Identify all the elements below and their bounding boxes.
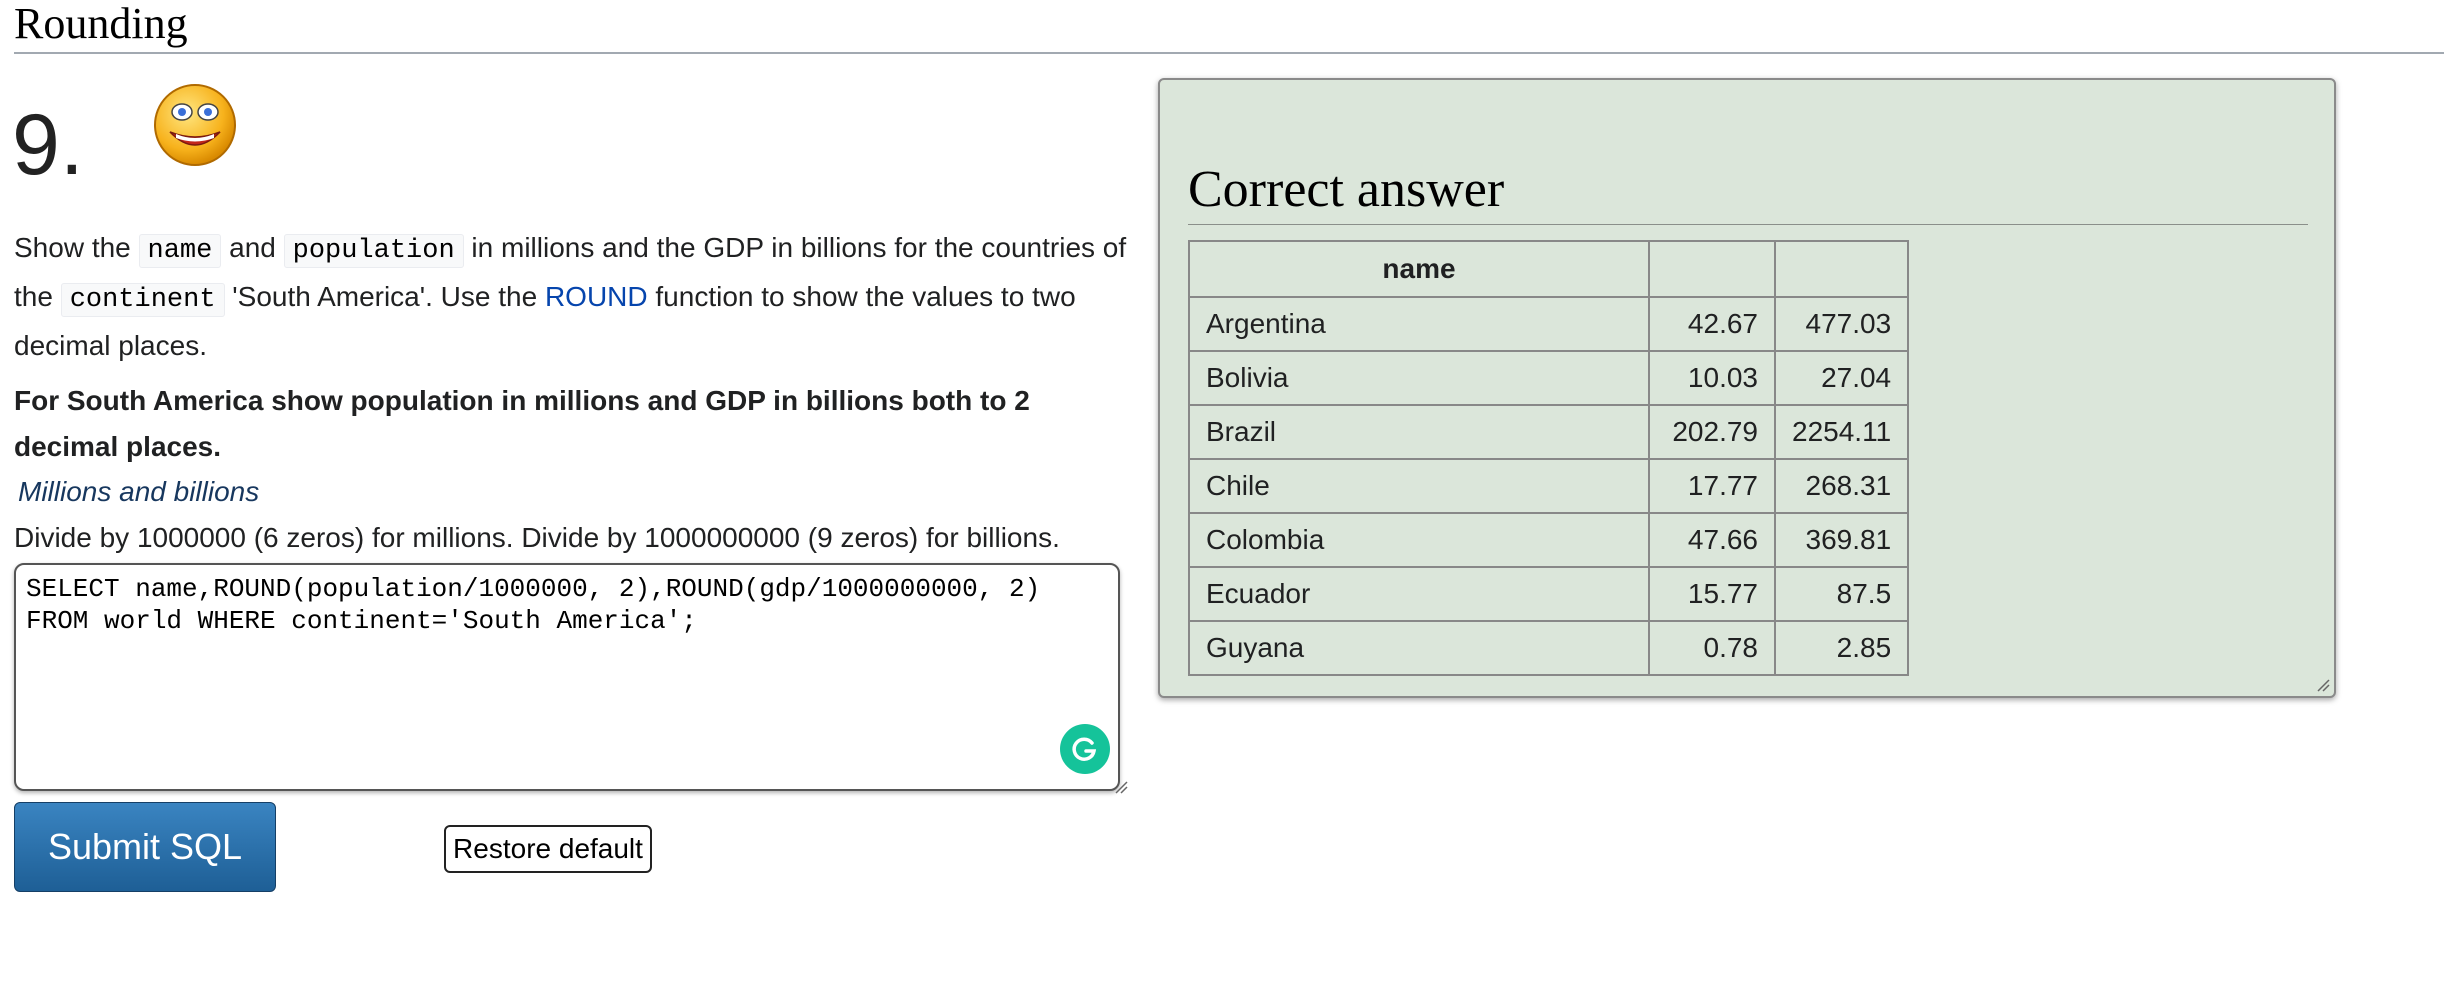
question-text-part: and (221, 232, 284, 263)
cell-name: Bolivia (1188, 350, 1650, 406)
cell-name: Guyana (1188, 620, 1650, 676)
table-row: Argentina 42.67 477.03 (1188, 296, 1910, 352)
resize-handle-icon[interactable] (2316, 678, 2330, 692)
cell-gdp: 477.03 (1773, 296, 1910, 352)
table-row: Guyana 0.78 2.85 (1188, 620, 1910, 676)
question-text-part: 'South America'. Use the (224, 281, 545, 312)
answer-table: name Argentina 42.67 477.03 Bolivia 10.03 27… (1188, 240, 1910, 676)
header-cell (1773, 240, 1910, 298)
cell-population: 15.77 (1648, 566, 1776, 622)
table-header-row: name (1188, 240, 1910, 298)
cell-population: 0.78 (1648, 620, 1776, 676)
code-population: population (283, 234, 464, 268)
table-row: Colombia 47.66 369.81 (1188, 512, 1910, 568)
cell-gdp: 87.5 (1773, 566, 1910, 622)
submit-sql-button[interactable]: Submit SQL (14, 802, 276, 892)
cell-gdp: 2254.11 (1773, 404, 1910, 460)
header-cell: name (1188, 240, 1650, 298)
restore-default-button[interactable]: Restore default (444, 825, 652, 873)
cell-population: 10.03 (1648, 350, 1776, 406)
section-title: Rounding (14, 0, 188, 48)
cell-gdp: 2.85 (1773, 620, 1910, 676)
hint-toggle[interactable]: Millions and billions (18, 472, 259, 512)
resize-handle-icon[interactable] (1114, 780, 1128, 794)
smiley-face-icon (154, 84, 236, 166)
cell-name: Chile (1188, 458, 1650, 514)
question-text: Show the name and population in millions… (14, 225, 1134, 369)
question-number: 9. (12, 97, 84, 193)
hint-text: Divide by 1000000 (6 zeros) for millions… (14, 522, 1060, 553)
cell-gdp: 369.81 (1773, 512, 1910, 568)
cell-population: 47.66 (1648, 512, 1776, 568)
bold-instruction: For South America show population in mil… (14, 385, 1030, 462)
answer-title: Correct answer (1188, 161, 1505, 218)
question-text-part: Show the (14, 232, 139, 263)
answer-panel: Correct answer name Argentina 42.67 477.03… (1158, 78, 2336, 698)
cell-gdp: 268.31 (1773, 458, 1910, 514)
cell-name: Colombia (1188, 512, 1650, 568)
cell-population: 17.77 (1648, 458, 1776, 514)
table-row: Bolivia 10.03 27.04 (1188, 350, 1910, 406)
cell-population: 42.67 (1648, 296, 1776, 352)
code-continent: continent (60, 283, 225, 317)
cell-name: Brazil (1188, 404, 1650, 460)
code-name: name (138, 234, 222, 268)
header-cell (1648, 240, 1776, 298)
cell-population: 202.79 (1648, 404, 1776, 460)
cell-name: Argentina (1188, 296, 1650, 352)
cell-gdp: 27.04 (1773, 350, 1910, 406)
table-row: Brazil 202.79 2254.11 (1188, 404, 1910, 460)
sql-editor[interactable]: SELECT name,ROUND(population/1000000, 2)… (14, 563, 1120, 791)
cell-name: Ecuador (1188, 566, 1650, 622)
table-row: Ecuador 15.77 87.5 (1188, 566, 1910, 622)
table-row: Chile 17.77 268.31 (1188, 458, 1910, 514)
round-function-link[interactable]: ROUND (545, 281, 648, 312)
grammarly-icon[interactable] (1060, 724, 1110, 774)
answer-divider (1188, 224, 2308, 225)
section-divider (14, 52, 2444, 54)
